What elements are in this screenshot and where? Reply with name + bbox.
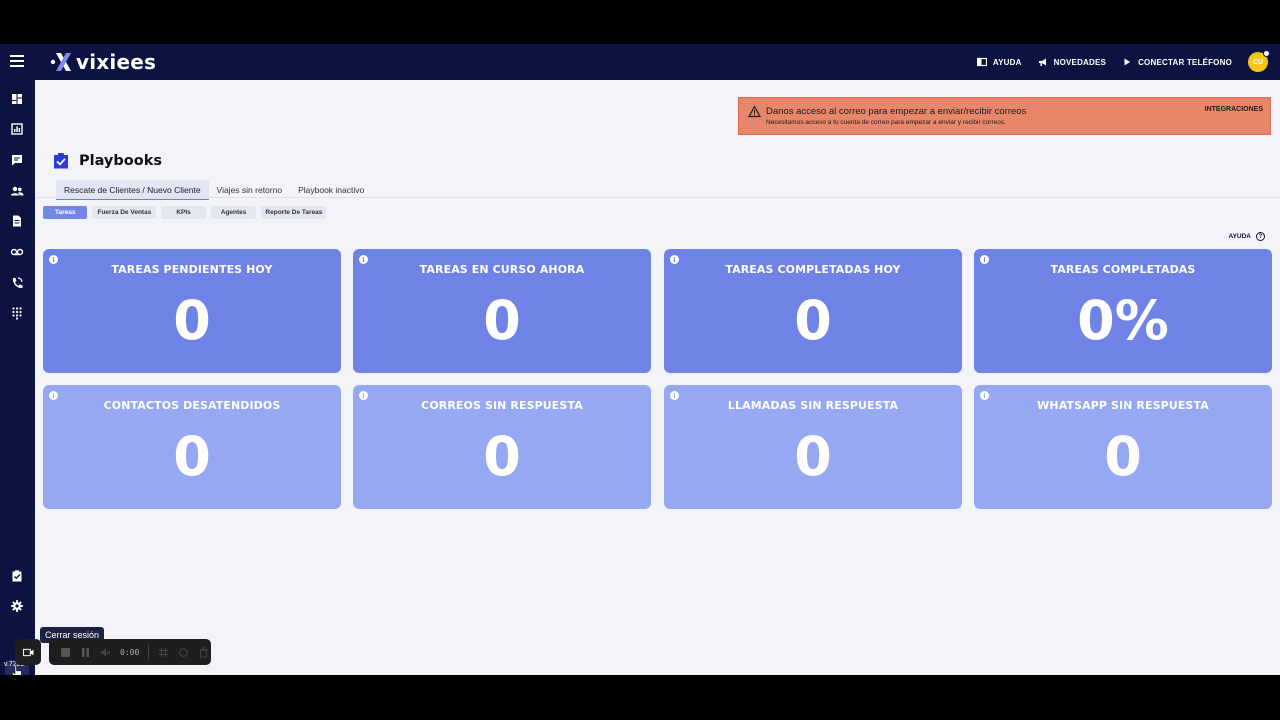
sidebar-item-dashboard[interactable] — [10, 92, 24, 106]
trash-icon — [199, 647, 208, 657]
brand-name: vixiees — [76, 50, 157, 74]
analytics-icon — [11, 123, 23, 135]
question-icon: ? — [1256, 232, 1265, 241]
card-contactos-desatendidos[interactable]: i CONTACTOS DESATENDIDOS 0 — [43, 385, 341, 509]
help-label: AYUDA — [992, 57, 1022, 67]
user-avatar[interactable]: CU — [1248, 50, 1270, 72]
book-icon — [976, 57, 987, 67]
alert-title: Danos acceso al correo para empezar a en… — [766, 106, 1027, 117]
sidebar-item-voicemail[interactable] — [10, 245, 24, 259]
play-icon — [1124, 58, 1131, 66]
page-header: Playbooks — [53, 152, 162, 169]
playbook-check-icon — [12, 570, 22, 582]
avatar-initials: CU — [1252, 58, 1264, 66]
speaker-muted-icon — [101, 648, 111, 656]
card-tareas-completadas[interactable]: i TAREAS COMPLETADAS 0% — [974, 249, 1272, 373]
view-subtabs: Tareas Fuerza De Ventas KPIs Agentes Rep… — [43, 206, 327, 219]
stop-icon — [61, 647, 70, 657]
top-header: vixiees AYUDA NOVEDADES CONECTAR TELÉFON… — [0, 44, 1280, 80]
screen-recorder-bar: 0:00 — [49, 639, 211, 665]
contacts-icon — [11, 186, 24, 196]
email-access-alert: Danos acceso al correo para empezar a en… — [738, 97, 1271, 135]
chat-icon — [12, 155, 22, 166]
stop-button[interactable] — [60, 647, 71, 658]
subtab-agentes[interactable]: Agentes — [210, 206, 257, 219]
card-title: TAREAS COMPLETADAS — [1050, 263, 1196, 276]
hashtag-icon — [159, 647, 169, 657]
document-icon — [13, 215, 21, 227]
card-value: 0 — [173, 289, 211, 352]
grid-button[interactable] — [158, 647, 169, 658]
sidebar: v.7222 — [0, 80, 35, 675]
card-title: CONTACTOS DESATENDIDOS — [103, 399, 281, 412]
sidebar-item-contacts[interactable] — [10, 184, 24, 198]
card-value: 0 — [794, 289, 832, 352]
connect-phone-button[interactable]: CONECTAR TELÉFONO — [1122, 57, 1232, 67]
card-value: 0 — [483, 425, 521, 488]
sidebar-item-dialpad[interactable] — [10, 306, 24, 320]
news-button[interactable]: NOVEDADES — [1038, 57, 1106, 67]
dialpad-icon — [12, 307, 22, 320]
mute-button[interactable] — [100, 647, 111, 658]
sidebar-item-analytics[interactable] — [10, 122, 24, 136]
header-actions: AYUDA NOVEDADES CONECTAR TELÉFONO CU — [976, 44, 1270, 80]
subtab-kpis[interactable]: KPIs — [161, 206, 206, 219]
subtab-fuerza-ventas[interactable]: Fuerza De Ventas — [92, 206, 157, 219]
sidebar-item-chat[interactable] — [10, 153, 24, 167]
phone-call-icon — [12, 277, 23, 289]
sidebar-item-playbooks[interactable] — [10, 569, 24, 583]
playbook-check-icon — [54, 153, 68, 169]
recording-time: 0:00 — [120, 647, 140, 657]
settings-gear-icon — [11, 600, 23, 612]
subtab-tareas[interactable]: Tareas — [43, 206, 88, 219]
megaphone-icon — [1038, 58, 1046, 66]
video-camera-icon — [22, 648, 33, 656]
card-title: WHATSAPP SIN RESPUESTA — [1037, 399, 1209, 412]
card-title: TAREAS EN CURSO AHORA — [419, 263, 585, 276]
pause-icon — [82, 647, 89, 657]
sidebar-item-calls[interactable] — [10, 276, 24, 290]
sidebar-item-settings[interactable] — [10, 599, 24, 613]
help-link[interactable]: AYUDA ? — [1228, 232, 1265, 241]
menu-icon[interactable] — [10, 55, 24, 69]
card-value: 0% — [1077, 289, 1169, 352]
card-tareas-pendientes-hoy[interactable]: i TAREAS PENDIENTES HOY 0 — [43, 249, 341, 373]
delete-button[interactable] — [198, 647, 209, 658]
tabs-divider — [35, 197, 1280, 198]
warning-icon — [748, 105, 761, 118]
voicemail-icon — [10, 248, 24, 256]
brand-logo[interactable]: vixiees — [50, 50, 156, 74]
help-link-label: AYUDA — [1228, 233, 1251, 240]
card-llamadas-sin-respuesta[interactable]: i LLAMADAS SIN RESPUESTA 0 — [664, 385, 962, 509]
recorder-divider — [148, 645, 150, 659]
card-title: TAREAS COMPLETADAS HOY — [725, 263, 901, 276]
connect-phone-label: CONECTAR TELÉFONO — [1138, 57, 1232, 67]
news-label: NOVEDADES — [1053, 57, 1107, 67]
page-title: Playbooks — [79, 152, 162, 169]
card-whatsapp-sin-respuesta[interactable]: i WHATSAPP SIN RESPUESTA 0 — [974, 385, 1272, 509]
card-correos-sin-respuesta[interactable]: i CORREOS SIN RESPUESTA 0 — [353, 385, 651, 509]
restart-circle-icon — [179, 647, 189, 657]
card-title: LLAMADAS SIN RESPUESTA — [727, 399, 899, 412]
restart-button[interactable] — [178, 647, 189, 658]
sidebar-item-documents[interactable] — [10, 214, 24, 228]
dashboard-icon — [12, 94, 22, 104]
pause-button[interactable] — [80, 647, 91, 658]
card-value: 0 — [173, 425, 211, 488]
app-frame: vixiees AYUDA NOVEDADES CONECTAR TELÉFON… — [0, 44, 1280, 675]
card-title: TAREAS PENDIENTES HOY — [111, 263, 273, 276]
card-value: 0 — [483, 289, 521, 352]
help-button[interactable]: AYUDA — [976, 57, 1022, 67]
notification-dot — [1263, 50, 1270, 57]
card-value: 0 — [1104, 425, 1142, 488]
integrations-link[interactable]: INTEGRACIONES — [1205, 106, 1263, 113]
alert-subtitle: Necesitamos acceso a tu cuenta de correo… — [766, 119, 1006, 126]
subtab-reporte-tareas[interactable]: Reporte De Tareas — [261, 206, 327, 219]
card-tareas-completadas-hoy[interactable]: i TAREAS COMPLETADAS HOY 0 — [664, 249, 962, 373]
vixiees-logo-icon — [50, 53, 71, 71]
card-title: CORREOS SIN RESPUESTA — [421, 399, 583, 412]
card-value: 0 — [794, 425, 832, 488]
camera-toggle-button[interactable] — [15, 639, 41, 665]
card-tareas-en-curso[interactable]: i TAREAS EN CURSO AHORA 0 — [353, 249, 651, 373]
